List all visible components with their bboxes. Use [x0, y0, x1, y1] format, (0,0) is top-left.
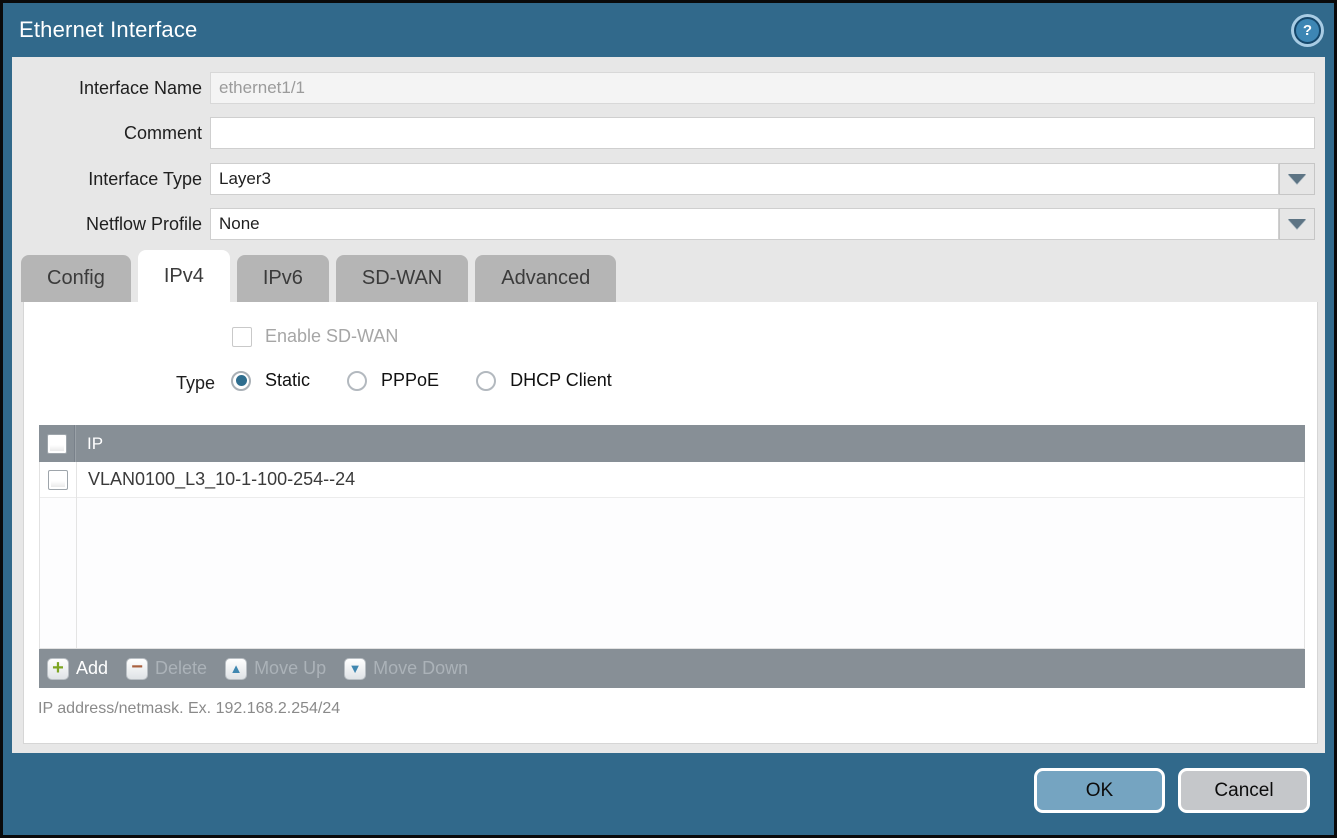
cancel-button[interactable]: Cancel — [1178, 768, 1310, 813]
ip-netmask-hint: IP address/netmask. Ex. 192.168.2.254/24 — [38, 700, 340, 718]
ipv4-tab-panel: Enable SD-WAN Type Static PPPoE DHCP C — [23, 302, 1318, 744]
interface-type-field — [210, 163, 1279, 195]
tab-sd-wan[interactable]: SD-WAN — [336, 255, 468, 302]
interface-type-label: Interface Type — [12, 163, 202, 195]
delete-icon: − — [126, 658, 148, 680]
dialog-titlebar: Ethernet Interface ? — [3, 3, 1334, 57]
type-row: Type Static PPPoE DHCP Client — [24, 370, 1317, 396]
add-button[interactable]: + Add — [47, 658, 108, 680]
type-label: Type — [24, 370, 215, 396]
netflow-profile-row: Netflow Profile — [12, 208, 1325, 240]
interface-name-input — [210, 72, 1315, 104]
type-radio-group: Static PPPoE DHCP Client — [231, 370, 612, 391]
radio-pppoe[interactable] — [347, 371, 367, 391]
add-icon: + — [47, 658, 69, 680]
move-up-icon: ▲ — [225, 658, 247, 680]
help-icon[interactable]: ? — [1294, 17, 1321, 44]
enable-sdwan-row: Enable SD-WAN — [232, 326, 398, 347]
ethernet-interface-dialog: Ethernet Interface ? Interface Name Comm… — [0, 0, 1337, 838]
tab-config[interactable]: Config — [21, 255, 131, 302]
ip-column-header: IP — [87, 434, 103, 454]
radio-option-dhcp-client[interactable]: DHCP Client — [476, 370, 612, 391]
comment-field — [210, 117, 1315, 149]
move-down-icon: ▼ — [344, 658, 366, 680]
row-checkbox[interactable] — [48, 470, 68, 490]
radio-static[interactable] — [231, 371, 251, 391]
table-body: VLAN0100_L3_10-1-100-254--24 — [39, 462, 1305, 649]
netflow-profile-dropdown-button[interactable] — [1279, 208, 1315, 240]
table-toolbar: + Add − Delete ▲ Move Up ▼ Move Down — [39, 649, 1305, 688]
comment-label: Comment — [12, 117, 202, 149]
interface-name-row: Interface Name — [12, 72, 1325, 104]
radio-option-static[interactable]: Static — [231, 370, 310, 391]
select-all-checkbox[interactable] — [47, 434, 67, 454]
table-header: IP — [39, 425, 1305, 462]
enable-sdwan-label: Enable SD-WAN — [265, 326, 398, 347]
enable-sdwan-checkbox[interactable] — [232, 327, 252, 347]
comment-row: Comment — [12, 117, 1325, 149]
netflow-profile-label: Netflow Profile — [12, 208, 202, 240]
tab-advanced[interactable]: Advanced — [475, 255, 616, 302]
interface-type-row: Interface Type — [12, 163, 1325, 195]
radio-dhcp-client[interactable] — [476, 371, 496, 391]
netflow-profile-input[interactable] — [210, 208, 1279, 240]
tab-ipv6[interactable]: IPv6 — [237, 255, 329, 302]
column-divider — [76, 462, 77, 648]
netflow-profile-field — [210, 208, 1279, 240]
ip-entry: VLAN0100_L3_10-1-100-254--24 — [88, 469, 355, 490]
tab-bar: Config IPv4 IPv6 SD-WAN Advanced — [21, 250, 616, 302]
table-row[interactable]: VLAN0100_L3_10-1-100-254--24 — [40, 462, 1304, 498]
interface-name-label: Interface Name — [12, 72, 202, 104]
dropdown-arrow-icon — [1288, 174, 1306, 184]
ok-button[interactable]: OK — [1034, 768, 1165, 813]
dropdown-arrow-icon — [1288, 219, 1306, 229]
delete-button[interactable]: − Delete — [126, 658, 207, 680]
interface-type-dropdown-button[interactable] — [1279, 163, 1315, 195]
comment-input[interactable] — [210, 117, 1315, 149]
move-up-button[interactable]: ▲ Move Up — [225, 658, 326, 680]
radio-option-pppoe[interactable]: PPPoE — [347, 370, 439, 391]
column-divider — [75, 425, 76, 462]
interface-name-field — [210, 72, 1315, 104]
tab-ipv4[interactable]: IPv4 — [138, 250, 230, 302]
ip-address-table: IP VLAN0100_L3_10-1-100-254--24 + Add — [39, 425, 1305, 688]
move-down-button[interactable]: ▼ Move Down — [344, 658, 468, 680]
interface-type-input[interactable] — [210, 163, 1279, 195]
dialog-title: Ethernet Interface — [19, 17, 197, 43]
dialog-body: Interface Name Comment Interface Type Ne… — [12, 57, 1325, 753]
